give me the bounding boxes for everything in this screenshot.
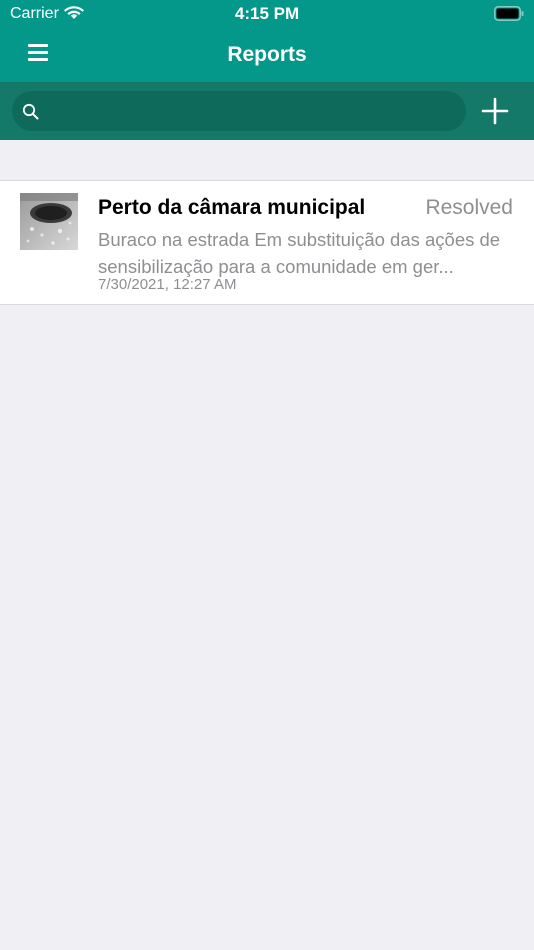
report-description: Buraco na estrada Em substituição das aç…: [98, 229, 501, 277]
search-bar: [0, 82, 534, 140]
battery-icon: [494, 6, 524, 21]
search-field[interactable]: [12, 91, 466, 131]
report-thumbnail: [20, 193, 78, 250]
status-time: 4:15 PM: [234, 4, 300, 23]
add-icon[interactable]: [481, 97, 509, 125]
search-input[interactable]: [50, 91, 454, 131]
page-title: Reports: [227, 43, 307, 66]
navigation-header: Carrier 4:15 PM Reports: [0, 0, 534, 82]
report-status: Resolved: [425, 196, 513, 219]
status-bar: Carrier 4:15 PM: [0, 0, 534, 28]
report-title: Perto da câmara municipal: [98, 196, 366, 219]
report-date: 7/30/2021, 12:27 AM: [98, 276, 237, 293]
report-list-item[interactable]: Perto da câmara municipal Resolved Burac…: [0, 180, 534, 305]
search-icon: [22, 103, 39, 120]
